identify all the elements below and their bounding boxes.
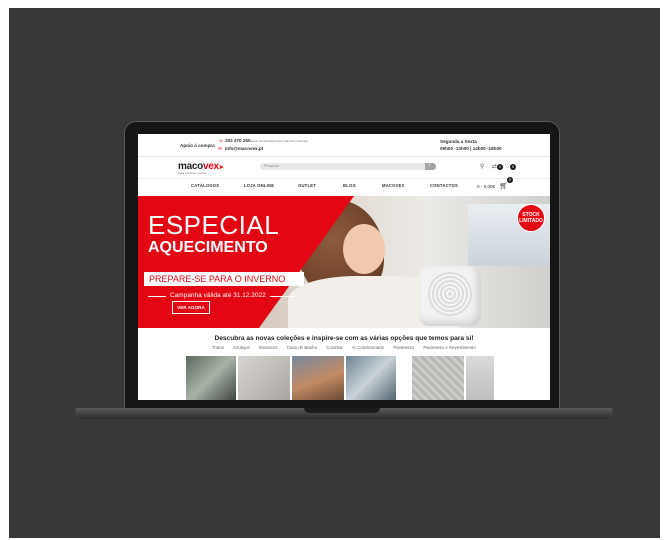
nav-item-loja-online[interactable]: LOJA ONLINE bbox=[244, 183, 274, 188]
collection-tile-stone[interactable] bbox=[412, 356, 464, 400]
wishlist-count: 0 bbox=[510, 164, 516, 170]
cart-icon: 🛒︎ bbox=[499, 183, 509, 190]
collection-tile-toilet[interactable] bbox=[238, 356, 290, 400]
laptop-notch bbox=[304, 408, 380, 413]
site-header: macovex➤ para construir melhor Pesquisa.… bbox=[138, 156, 550, 179]
nav-item-blog[interactable]: BLOG bbox=[343, 183, 356, 188]
search-input[interactable]: Pesquisa... ⌕ bbox=[260, 162, 436, 170]
stock-limitado-badge: STOCK LIMITADO bbox=[517, 204, 545, 232]
hero-title-line2: AQUECIMENTO bbox=[148, 239, 268, 256]
filter-mosaicos[interactable]: Mosaicos bbox=[259, 345, 278, 350]
filter-pavimento-revestimento[interactable]: Pavimento e Revestimento bbox=[423, 345, 475, 350]
nav-item-contactos[interactable]: CONTACTOS bbox=[430, 183, 458, 188]
cart-button[interactable]: 0 - 0,00€ 🛒︎ 0 bbox=[477, 177, 513, 190]
divider-right bbox=[270, 296, 294, 297]
filter-azulejos[interactable]: Azulejos bbox=[233, 345, 250, 350]
phone-note: (custo de chamada para rede fixa naciona… bbox=[250, 138, 308, 143]
cart-total: 0 - 0,00€ bbox=[477, 184, 496, 189]
hero-woman-face bbox=[343, 224, 385, 274]
mail-icon: ✉ bbox=[218, 146, 222, 151]
ver-agora-button[interactable]: VER AGORA bbox=[172, 301, 210, 314]
filter-pavimento[interactable]: Pavimento bbox=[393, 345, 414, 350]
filter-todos[interactable]: Todos bbox=[212, 345, 224, 350]
support-label: Apoio à compra bbox=[180, 143, 215, 148]
logo-tagline: para construir melhor bbox=[178, 171, 207, 175]
divider-left bbox=[148, 296, 166, 297]
phone-number[interactable]: 253 470 250 bbox=[225, 138, 251, 143]
search-icon: ⌕ bbox=[428, 162, 431, 168]
support-bar: Apoio à compra ☏ 253 470 250 (custo de c… bbox=[138, 134, 550, 157]
nav-item-catalogos[interactable]: CATÁLOGOS bbox=[191, 183, 219, 188]
search-placeholder: Pesquisa... bbox=[264, 164, 282, 168]
hours-times: 09h00 -13h00 | 14h00 -18h00 bbox=[440, 146, 502, 151]
phone-icon: ☏ bbox=[218, 138, 224, 143]
filter-cozinha[interactable]: Cozinha bbox=[326, 345, 342, 350]
cart-count: 0 bbox=[507, 177, 513, 183]
user-icon[interactable]: ⚲ bbox=[480, 164, 484, 170]
hero-title-line1: ESPECIAL bbox=[148, 210, 280, 240]
collection-tile-faucet[interactable] bbox=[346, 356, 396, 400]
collection-tile-terrace[interactable] bbox=[292, 356, 344, 400]
nav-item-outlet[interactable]: OUTLET bbox=[298, 183, 316, 188]
compare-count: 0 bbox=[496, 164, 503, 170]
email-link[interactable]: info@macovex.pt bbox=[225, 146, 263, 151]
search-button[interactable]: ⌕ bbox=[425, 162, 436, 170]
hours-days: Segunda a Sexta bbox=[440, 139, 477, 144]
hero-validity: Campanha válida até 31.12.2022 bbox=[170, 292, 266, 299]
heater-grill bbox=[428, 272, 472, 316]
collection-tile-bathroom[interactable] bbox=[186, 356, 236, 400]
laptop-screen: Apoio à compra ☏ 253 470 250 (custo de c… bbox=[138, 134, 550, 400]
main-nav: CATÁLOGOS LOJA ONLINE OUTLET BLOG MACOVE… bbox=[138, 177, 550, 192]
filter-ar-condicionado[interactable]: Ar Condicionado bbox=[352, 345, 384, 350]
collection-tile-panel[interactable] bbox=[466, 356, 494, 400]
nav-item-macovex[interactable]: MACOVEX bbox=[382, 183, 405, 188]
header-icons: ⚲ ⇄ 0 ♡ 0 bbox=[480, 163, 516, 170]
category-filters: Todos Azulejos Mosaicos Casa de Banho Co… bbox=[138, 345, 550, 350]
hero-banner[interactable]: ESPECIAL AQUECIMENTO PREPARE-SE PARA O I… bbox=[138, 196, 550, 328]
hero-subtitle: PREPARE-SE PARA O INVERNO bbox=[149, 274, 286, 284]
collections-title: Descubra as novas coleções e inspire-se … bbox=[214, 335, 474, 342]
filter-casa-de-banho[interactable]: Casa de Banho bbox=[287, 345, 317, 350]
